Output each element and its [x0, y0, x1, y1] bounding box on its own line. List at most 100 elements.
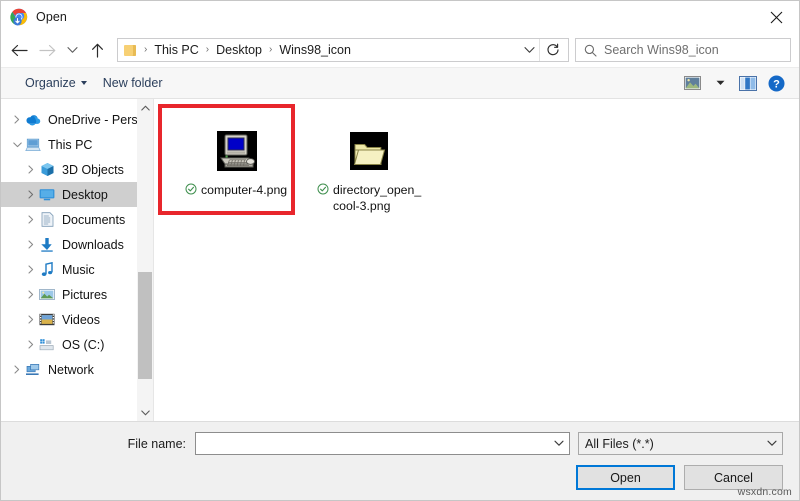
title-bar: Open — [1, 1, 799, 33]
file-type-filter-dropdown[interactable]: All Files (*.*) — [578, 432, 783, 455]
dialog-footer: File name: All Files (*.*) Open Cancel w… — [1, 421, 799, 500]
chrome-download-icon — [10, 8, 28, 26]
scrollbar-thumb[interactable] — [138, 272, 152, 379]
music-icon — [39, 262, 55, 278]
chevron-right-icon[interactable] — [23, 340, 39, 349]
win98-computer-icon — [213, 127, 261, 175]
file-item-directory-open-cool-3[interactable]: directory_open_cool-3.png — [314, 121, 424, 214]
sidebar-item-music[interactable]: Music — [1, 257, 153, 282]
up-button[interactable] — [83, 36, 111, 64]
3d-objects-icon — [39, 162, 55, 178]
breadcrumb-separator-2: › — [269, 44, 273, 55]
chevron-down-icon[interactable] — [9, 141, 25, 148]
file-item-computer-4[interactable]: computer-4.png — [182, 121, 292, 214]
cloud-synced-check-icon — [185, 183, 198, 199]
desktop-icon — [39, 187, 55, 203]
search-box[interactable] — [575, 38, 791, 62]
watermark: wsxdn.com — [737, 486, 792, 498]
sidebar-item-documents[interactable]: Documents — [1, 207, 153, 232]
chevron-right-icon[interactable] — [23, 265, 39, 274]
breadcrumb-this-pc[interactable]: This PC — [152, 43, 200, 57]
breadcrumb-desktop[interactable]: Desktop — [214, 43, 264, 57]
network-icon — [25, 362, 41, 378]
sidebar-item-label: This PC — [48, 137, 93, 152]
chevron-right-icon[interactable] — [23, 315, 39, 324]
refresh-icon[interactable] — [540, 38, 566, 62]
videos-icon — [39, 312, 55, 328]
chevron-right-icon[interactable] — [23, 215, 39, 224]
dialog-body: OneDrive - Person This PC 3D Objects Des… — [1, 99, 799, 421]
pictures-icon — [39, 287, 55, 303]
picture-view-icon[interactable] — [679, 71, 705, 95]
chevron-right-icon[interactable] — [9, 115, 25, 124]
sidebar-item-label: Pictures — [62, 287, 108, 302]
breadcrumb-separator-1: › — [205, 44, 210, 55]
navigation-bar: › This PC › Desktop › Wins98_icon — [1, 33, 799, 67]
sidebar-item-label: Music — [62, 262, 95, 277]
sidebar-item-videos[interactable]: Videos — [1, 307, 153, 332]
sidebar-item-label: Documents — [62, 212, 126, 227]
scroll-down-icon[interactable] — [137, 404, 153, 421]
close-button[interactable] — [753, 1, 799, 33]
chevron-down-icon — [80, 81, 87, 85]
sidebar-item-label: 3D Objects — [62, 162, 124, 177]
chevron-down-icon[interactable] — [762, 440, 782, 447]
sidebar-item-3d-objects[interactable]: 3D Objects — [1, 157, 153, 182]
sidebar-item-os-c[interactable]: OS (C:) — [1, 332, 153, 357]
sidebar-item-label: OneDrive - Person — [48, 112, 152, 127]
file-label-row: directory_open_cool-3.png — [314, 182, 424, 214]
sidebar-item-label: OS (C:) — [62, 337, 105, 352]
chevron-right-icon[interactable] — [23, 190, 39, 199]
sidebar-item-network[interactable]: Network — [1, 357, 153, 382]
new-folder-button[interactable]: New folder — [95, 71, 171, 95]
filename-row: File name: All Files (*.*) — [1, 422, 799, 455]
command-bar: Organize New folder ? — [1, 67, 799, 99]
file-list-pane[interactable]: computer-4.png directory_open_cool-3.png — [154, 99, 799, 421]
sidebar-item-downloads[interactable]: Downloads — [1, 232, 153, 257]
sidebar-item-pictures[interactable]: Pictures — [1, 282, 153, 307]
window-title: Open — [36, 10, 67, 24]
filename-label: File name: — [127, 436, 186, 451]
file-type-filter-value: All Files (*.*) — [585, 436, 654, 451]
win98-open-folder-icon — [345, 127, 393, 175]
help-icon[interactable]: ? — [763, 71, 789, 95]
sidebar-scrollbar[interactable] — [137, 99, 153, 421]
search-icon — [584, 44, 597, 57]
footer-button-row: Open Cancel — [1, 455, 799, 490]
view-options-chevron-down-icon[interactable] — [707, 71, 733, 95]
file-items-row: computer-4.png directory_open_cool-3.png — [182, 121, 799, 214]
file-name: computer-4.png — [201, 183, 288, 197]
new-folder-label: New folder — [102, 76, 163, 90]
chevron-right-icon[interactable] — [23, 290, 39, 299]
chevron-right-icon[interactable] — [23, 240, 39, 249]
sidebar-item-this-pc[interactable]: This PC — [1, 132, 153, 157]
file-label-row: computer-4.png — [182, 182, 292, 199]
organize-button[interactable]: Organize — [17, 71, 95, 95]
back-button[interactable] — [5, 36, 33, 64]
preview-pane-icon[interactable] — [735, 71, 761, 95]
sidebar-item-desktop[interactable]: Desktop — [1, 182, 153, 207]
command-bar-right-group: ? — [679, 71, 789, 95]
folder-icon — [124, 44, 136, 56]
breadcrumb-bar[interactable]: › This PC › Desktop › Wins98_icon — [117, 38, 569, 62]
cloud-synced-check-icon — [317, 183, 330, 199]
sidebar-item-label: Desktop — [62, 187, 108, 202]
drive-icon — [39, 337, 55, 353]
chevron-right-icon[interactable] — [23, 165, 39, 174]
open-button[interactable]: Open — [576, 465, 675, 490]
breadcrumb-dropdown-icon[interactable] — [519, 46, 539, 54]
navigation-pane: OneDrive - Person This PC 3D Objects Des… — [1, 99, 153, 421]
sidebar-item-label: Downloads — [62, 237, 124, 252]
filename-input[interactable] — [195, 432, 570, 455]
sidebar-item-onedrive[interactable]: OneDrive - Person — [1, 107, 153, 132]
onedrive-cloud-icon — [25, 112, 41, 128]
open-file-dialog: Open › This PC › Desktop › Wins98_icon S… — [0, 0, 800, 501]
forward-button[interactable] — [33, 36, 61, 64]
recent-locations-button[interactable] — [61, 36, 83, 64]
search-input[interactable] — [604, 43, 790, 57]
svg-text:?: ? — [773, 78, 780, 90]
breadcrumb-wins98-icon[interactable]: Wins98_icon — [277, 43, 353, 57]
chevron-down-icon[interactable] — [549, 440, 569, 447]
scroll-up-icon[interactable] — [137, 99, 153, 116]
chevron-right-icon[interactable] — [9, 365, 25, 374]
